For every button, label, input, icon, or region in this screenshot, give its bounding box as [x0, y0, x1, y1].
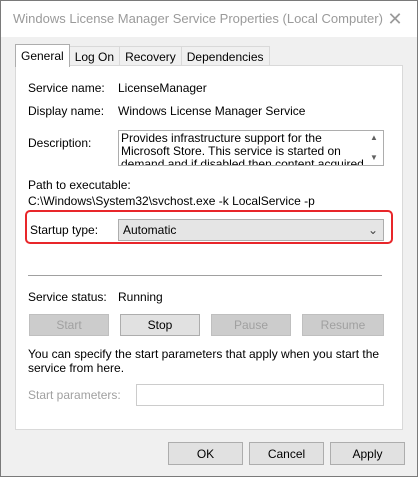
- scroll-up-icon[interactable]: ▲: [370, 133, 378, 142]
- tab-log-on[interactable]: Log On: [68, 46, 121, 66]
- scroll-down-icon[interactable]: ▼: [370, 153, 378, 162]
- service-name-label: Service name:: [28, 81, 105, 95]
- service-status-value: Running: [118, 290, 163, 304]
- properties-dialog: Windows License Manager Service Properti…: [0, 0, 418, 477]
- service-status-label: Service status:: [28, 290, 107, 304]
- general-panel: Service name: LicenseManager Display nam…: [15, 65, 403, 430]
- apply-button[interactable]: Apply: [330, 442, 405, 465]
- separator: [28, 275, 382, 276]
- startup-type-value: Automatic: [123, 223, 177, 237]
- display-name-value: Windows License Manager Service: [118, 104, 306, 118]
- stop-button[interactable]: Stop: [120, 314, 200, 336]
- pause-button[interactable]: Pause: [211, 314, 291, 336]
- start-params-input[interactable]: [136, 384, 384, 406]
- description-text: Provides infrastructure support for the …: [121, 131, 364, 166]
- tab-general[interactable]: General: [15, 44, 70, 67]
- description-label: Description:: [28, 136, 92, 150]
- title-bar: Windows License Manager Service Properti…: [1, 1, 417, 37]
- display-name-label: Display name:: [28, 104, 105, 118]
- startup-type-label: Startup type:: [30, 223, 99, 237]
- description-scrollbar[interactable]: ▲ ▼: [367, 131, 383, 165]
- tab-dependencies[interactable]: Dependencies: [180, 46, 270, 66]
- startup-type-select[interactable]: Automatic ⌄: [118, 219, 384, 241]
- start-params-note: You can specify the start parameters tha…: [28, 347, 380, 375]
- description-box[interactable]: Provides infrastructure support for the …: [118, 130, 384, 166]
- close-icon[interactable]: ✕: [379, 5, 411, 33]
- cancel-button[interactable]: Cancel: [249, 442, 324, 465]
- start-params-label: Start parameters:: [28, 388, 121, 402]
- resume-button[interactable]: Resume: [302, 314, 384, 336]
- window-title: Windows License Manager Service Properti…: [13, 11, 383, 26]
- start-button[interactable]: Start: [29, 314, 109, 336]
- service-name-value: LicenseManager: [118, 81, 207, 95]
- chevron-down-icon: ⌄: [367, 223, 378, 237]
- tab-strip: General Log On Recovery Dependencies: [15, 44, 270, 67]
- tab-recovery[interactable]: Recovery: [119, 46, 182, 66]
- path-label: Path to executable:: [28, 178, 131, 192]
- ok-button[interactable]: OK: [168, 442, 243, 465]
- path-value: C:\Windows\System32\svchost.exe -k Local…: [28, 194, 315, 208]
